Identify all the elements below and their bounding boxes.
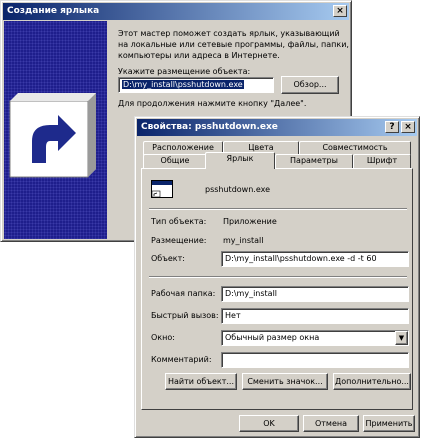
file-name: psshutdown.exe: [205, 185, 271, 194]
wizard-description-line-2: на локальные или сетевые программы, файл…: [118, 40, 349, 49]
find-target-button[interactable]: Найти объект...: [165, 373, 237, 390]
wizard-location-value: D:\my_install\psshutdown.exe: [122, 80, 244, 89]
shortcut-arrow-icon: [9, 93, 96, 178]
separator: [149, 208, 407, 210]
type-value: Приложение: [223, 217, 277, 226]
browse-button[interactable]: Обзор...: [281, 76, 339, 94]
chevron-down-icon[interactable]: ▼: [395, 331, 408, 345]
window-select[interactable]: Обычный размер окна ▼: [221, 330, 409, 346]
location-label: Размещение:: [151, 236, 207, 245]
application-icon: [151, 180, 173, 198]
wizard-description-line-3: компьютеры или адреса в Интернете.: [118, 51, 280, 60]
target-label: Объект:: [151, 254, 185, 263]
tab-options[interactable]: Параметры: [275, 154, 353, 168]
window-select-value: Обычный размер окна: [225, 333, 320, 342]
ok-button[interactable]: OK: [239, 415, 299, 432]
tab-general[interactable]: Общие: [143, 154, 207, 168]
target-input[interactable]: D:\my_install\psshutdown.exe -d -t 60: [221, 251, 409, 267]
comment-input[interactable]: [221, 352, 409, 368]
tab-compatibility[interactable]: Совместимость: [299, 141, 411, 155]
wizard-location-input[interactable]: D:\my_install\psshutdown.exe: [118, 77, 274, 93]
properties-dialog: Свойства: psshutdown.exe ? × Расположени…: [134, 116, 420, 438]
type-label: Тип объекта:: [151, 217, 207, 226]
hotkey-label: Быстрый вызов:: [151, 311, 219, 320]
wizard-description-line-1: Этот мастер поможет создать ярлык, указы…: [118, 29, 340, 38]
hotkey-input[interactable]: Нет: [221, 308, 409, 324]
wizard-illustration: [4, 21, 107, 239]
separator: [149, 276, 407, 278]
change-icon-button[interactable]: Сменить значок...: [242, 373, 328, 390]
location-value: my_install: [223, 236, 264, 245]
advanced-button[interactable]: Дополнительно...: [333, 373, 411, 390]
wizard-close-icon[interactable]: ×: [333, 5, 347, 17]
tab-font[interactable]: Шрифт: [353, 154, 411, 168]
tab-shortcut[interactable]: Ярлык: [205, 152, 275, 169]
apply-button[interactable]: Применить: [363, 415, 415, 432]
workdir-input[interactable]: D:\my_install: [221, 286, 409, 302]
wizard-title: Создание ярлыка: [7, 6, 100, 16]
properties-title: Свойства: psshutdown.exe: [141, 122, 278, 132]
cancel-button[interactable]: Отмена: [303, 415, 359, 432]
wizard-continue-text: Для продолжения нажмите кнопку "Далее".: [118, 99, 307, 108]
window-label: Окно:: [151, 333, 175, 342]
workdir-label: Рабочая папка:: [151, 289, 216, 298]
close-icon[interactable]: ×: [401, 121, 415, 133]
wizard-location-label: Укажите размещение объекта:: [118, 67, 251, 76]
properties-title-bar[interactable]: Свойства: psshutdown.exe ? ×: [137, 119, 417, 136]
help-icon[interactable]: ?: [385, 121, 399, 133]
wizard-title-bar[interactable]: Создание ярлыка ×: [3, 3, 349, 20]
comment-label: Комментарий:: [151, 355, 212, 364]
